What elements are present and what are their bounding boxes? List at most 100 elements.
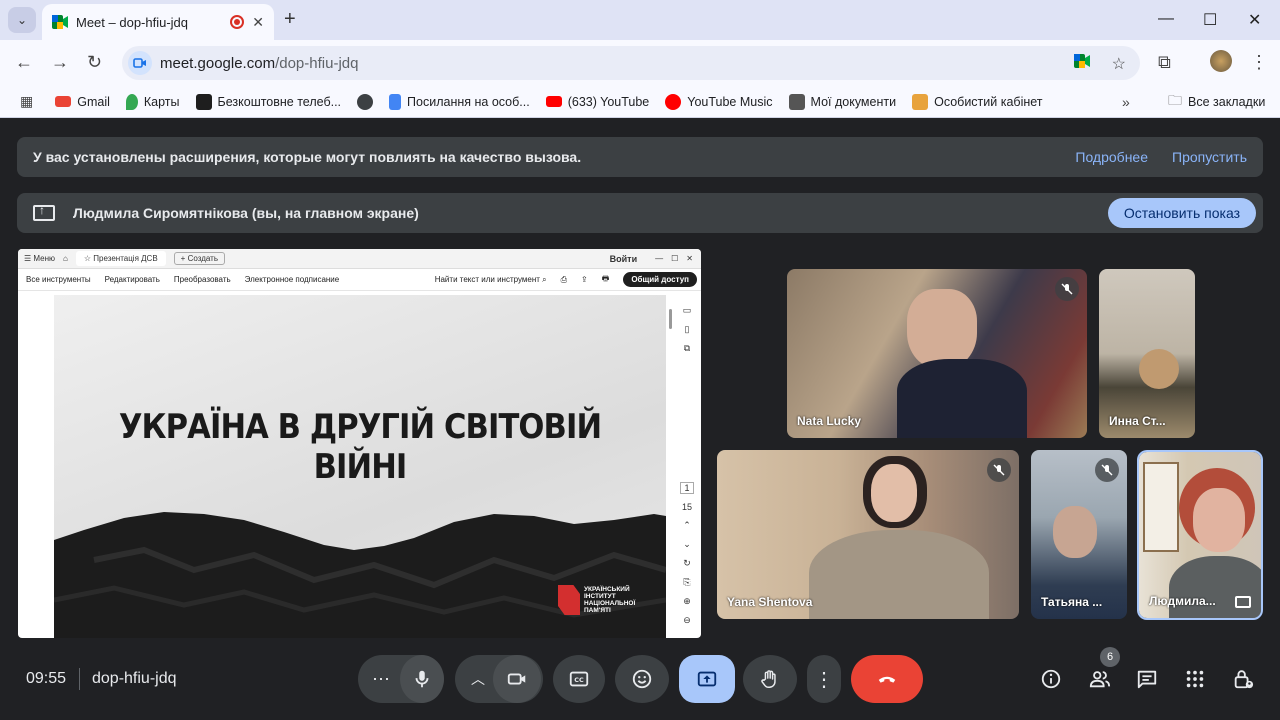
pdf-maximize-icon[interactable]: ☐ — [671, 254, 678, 263]
maximize-icon[interactable]: ☐ — [1203, 10, 1217, 30]
meet-extension-icon[interactable] — [1073, 54, 1090, 68]
new-tab-button[interactable]: + — [284, 8, 296, 31]
banner-text: У вас установлены расширения, которые мо… — [33, 149, 582, 165]
meeting-details-button[interactable] — [1038, 666, 1064, 692]
minimize-icon[interactable]: — — [1158, 10, 1174, 28]
uinp-logo-mark — [558, 585, 580, 615]
bookmark-globe[interactable] — [357, 93, 374, 110]
zoom-in-icon[interactable]: ⊕ — [683, 596, 691, 607]
site-info-icon[interactable] — [128, 51, 152, 75]
meeting-code: dop-hfiu-jdq — [92, 670, 177, 687]
forward-icon[interactable]: → — [51, 52, 69, 73]
participant-tile-self[interactable]: Людмила... — [1137, 450, 1263, 620]
pdf-search[interactable]: Найти текст или инструмент ⌕ — [435, 275, 547, 285]
pdf-title-bar: ☰ Меню ⌂ ☆ Презентація ДСВ + Создать Вой… — [18, 249, 701, 269]
raise-hand-button[interactable] — [743, 655, 797, 703]
tab-search-button[interactable]: ⌄ — [8, 7, 36, 33]
chat-button[interactable] — [1134, 666, 1160, 692]
banner-skip-link[interactable]: Пропустить — [1172, 149, 1247, 165]
browser-toolbar: ← → ↻ meet.google.com/dop-hfiu-jdq ☆ ⧉ ⋮ — [0, 40, 1280, 86]
camera-icon — [507, 673, 526, 685]
bookmarks-bar: ▦ Gmail Карты Безкоштовне телеб... Посил… — [0, 86, 1280, 118]
bookmark-maps[interactable]: Карты — [125, 93, 180, 110]
pdf-tool-edit[interactable]: Редактировать — [105, 275, 160, 284]
copy-icon[interactable]: ⧉ — [684, 343, 690, 354]
bookmark-panel-icon[interactable]: ▯ — [685, 324, 690, 335]
extract-icon[interactable]: ⎘ — [683, 577, 690, 588]
pdf-create-button[interactable]: + Создать — [173, 252, 225, 265]
bookmark-gmail[interactable]: Gmail — [55, 95, 110, 109]
page-current[interactable]: 1 — [680, 482, 694, 494]
captions-button[interactable]: CC — [553, 655, 605, 703]
participant-tile[interactable]: Инна Ст... — [1099, 269, 1195, 438]
pdf-scrollbar[interactable] — [669, 309, 672, 329]
bookmark-youtube[interactable]: (633) YouTube — [545, 95, 649, 109]
microphone-button[interactable] — [400, 655, 444, 703]
pdf-menu[interactable]: ☰ Меню — [24, 254, 55, 263]
close-tab-icon[interactable]: ✕ — [252, 14, 264, 31]
present-now-button[interactable] — [679, 655, 735, 703]
participant-tile[interactable]: Nata Lucky — [787, 269, 1087, 438]
avatar[interactable] — [1210, 50, 1232, 72]
leave-call-button[interactable] — [851, 655, 923, 703]
zoom-out-icon[interactable]: ⊖ — [683, 615, 691, 626]
more-options-button[interactable]: ⋮ — [807, 655, 841, 703]
bookmark-tv[interactable]: Безкоштовне телеб... — [195, 93, 341, 110]
meeting-clock: 09:55 — [26, 670, 67, 687]
uinp-logo: УКРАЇНСЬКИЙ ІНСТИТУТ НАЦІОНАЛЬНОЇ ПАМ'ЯТ… — [558, 585, 646, 615]
audio-options-icon[interactable]: ⋯ — [372, 669, 390, 690]
gmail-icon — [55, 96, 72, 107]
pdf-share-button[interactable]: Общий доступ — [623, 272, 697, 287]
participant-tile[interactable]: Татьяна ... — [1031, 450, 1127, 619]
pdf-upload-icon[interactable]: ⇪ — [581, 275, 588, 284]
reactions-button[interactable] — [615, 655, 669, 703]
bookmark-documents[interactable]: Мої документи — [788, 93, 896, 110]
all-bookmarks[interactable]: 🗀 Все закладки — [1168, 90, 1265, 114]
youtube-music-icon — [665, 93, 682, 110]
close-window-icon[interactable]: ✕ — [1248, 10, 1261, 30]
people-button[interactable] — [1087, 666, 1113, 692]
camera-button[interactable] — [493, 655, 541, 703]
bookshelf — [1143, 462, 1179, 552]
present-screen-icon — [697, 671, 717, 687]
picture-in-picture-icon[interactable] — [1235, 596, 1251, 608]
pdf-tool-all[interactable]: Все инструменты — [26, 275, 91, 284]
activities-button[interactable] — [1182, 666, 1208, 692]
pdf-minimize-icon[interactable]: — — [655, 254, 663, 263]
bookmark-star-icon[interactable]: ☆ — [1112, 54, 1126, 74]
stop-presenting-button[interactable]: Остановить показ — [1107, 198, 1256, 228]
extensions-warning-banner: У вас установлены расширения, которые мо… — [17, 137, 1263, 177]
extensions-icon[interactable]: ⧉ — [1158, 52, 1171, 73]
browser-menu-icon[interactable]: ⋮ — [1250, 52, 1268, 73]
presenting-bar: Людмила Сиромятнікова (вы, на главном эк… — [17, 193, 1263, 233]
chevron-up-icon[interactable]: ︿ — [471, 669, 485, 689]
page-up-icon[interactable]: ⌃ — [683, 520, 691, 531]
browser-tab-meet[interactable]: Meet – dop-hfiu-jdq ✕ — [42, 4, 274, 40]
reload-icon[interactable]: ↻ — [87, 52, 102, 73]
bookmark-cabinet[interactable]: Особистий кабінет — [912, 93, 1043, 110]
pdf-save-icon[interactable]: ⎙ — [561, 275, 567, 285]
participants-count-badge: 6 — [1100, 647, 1120, 667]
pdf-tool-convert[interactable]: Преобразовать — [174, 275, 231, 284]
host-controls-button[interactable] — [1230, 666, 1256, 692]
pdf-tab[interactable]: ☆ Презентація ДСВ — [75, 251, 166, 266]
pdf-login-button[interactable]: Войти — [610, 254, 637, 264]
participant-video — [1139, 349, 1179, 389]
participant-tile[interactable]: Yana Shentova — [717, 450, 1019, 619]
pdf-tool-sign[interactable]: Электронное подписание — [245, 275, 340, 284]
rotate-icon[interactable]: ↻ — [683, 558, 691, 569]
pdf-close-icon[interactable]: ✕ — [686, 254, 693, 263]
bookmark-youtube-music[interactable]: YouTube Music — [665, 93, 773, 110]
home-icon[interactable]: ⌂ — [63, 254, 68, 263]
address-bar[interactable]: meet.google.com/dop-hfiu-jdq ☆ — [122, 46, 1140, 80]
mic-off-icon — [1095, 458, 1119, 482]
more-bookmarks-icon[interactable]: » — [1122, 94, 1130, 110]
banner-more-link[interactable]: Подробнее — [1075, 149, 1148, 165]
comment-icon[interactable]: ▭ — [683, 305, 692, 316]
back-icon[interactable]: ← — [15, 52, 33, 73]
participant-name: Yana Shentova — [727, 595, 813, 609]
apps-icon[interactable]: ▦ — [20, 93, 33, 110]
page-down-icon[interactable]: ⌄ — [683, 539, 691, 550]
pdf-print-icon[interactable]: 🖶 — [602, 273, 610, 287]
bookmark-docs[interactable]: Посилання на особ... — [389, 93, 530, 110]
